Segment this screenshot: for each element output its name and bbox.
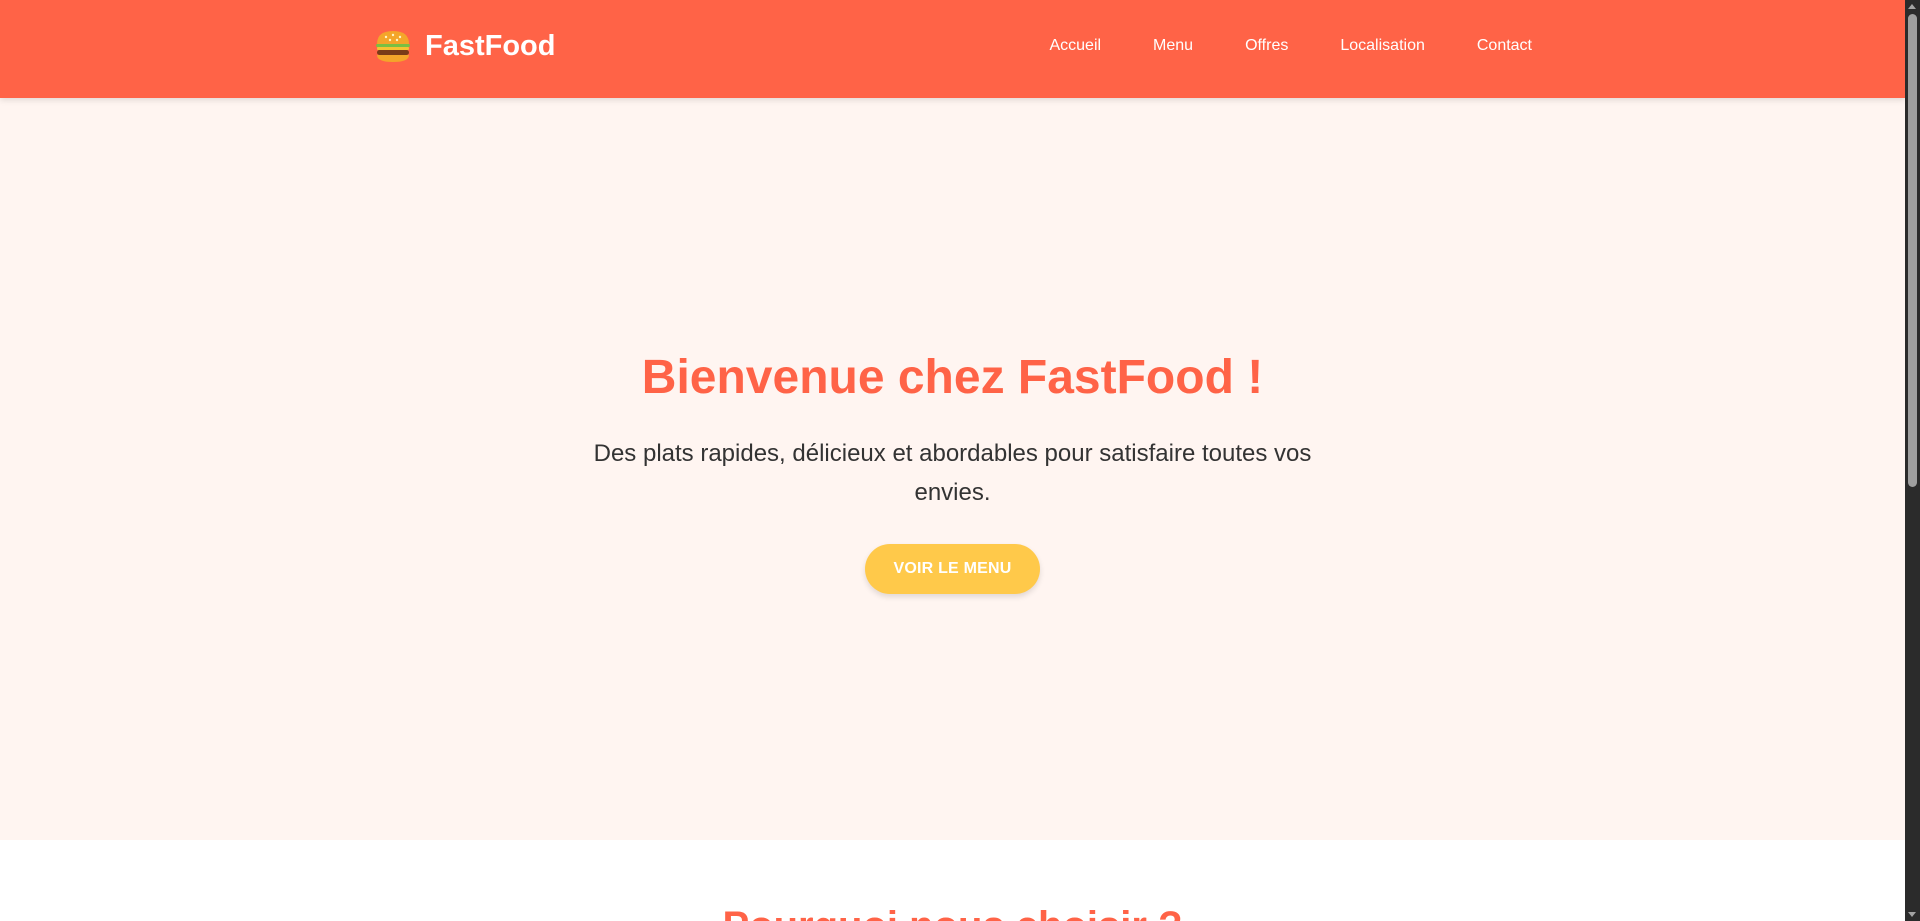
nav-link-menu[interactable]: Menu bbox=[1153, 37, 1193, 55]
page: FastFood Accueil Menu Offres Localisatio… bbox=[0, 0, 1905, 921]
section-title: Pourquoi nous choisir ? bbox=[0, 904, 1905, 921]
scroll-up-icon[interactable] bbox=[1908, 4, 1916, 9]
brand-logo[interactable]: FastFood bbox=[373, 26, 556, 66]
burger-icon bbox=[373, 26, 413, 66]
nav-link-accueil[interactable]: Accueil bbox=[1049, 37, 1101, 55]
nav-link-localisation[interactable]: Localisation bbox=[1340, 37, 1425, 55]
hero-title: Bienvenue chez FastFood ! bbox=[641, 351, 1264, 404]
site-header: FastFood Accueil Menu Offres Localisatio… bbox=[0, 0, 1905, 98]
hero-subtitle: Des plats rapides, délicieux et abordabl… bbox=[593, 440, 1312, 506]
scroll-down-icon[interactable] bbox=[1908, 912, 1916, 917]
view-menu-button[interactable]: VOIR LE MENU bbox=[865, 544, 1040, 594]
vertical-scrollbar[interactable] bbox=[1905, 0, 1920, 921]
main-nav: Accueil Menu Offres Localisation Contact bbox=[1049, 37, 1532, 55]
header-container: FastFood Accueil Menu Offres Localisatio… bbox=[373, 0, 1532, 92]
nav-link-offres[interactable]: Offres bbox=[1245, 37, 1288, 55]
brand-name: FastFood bbox=[425, 29, 556, 62]
why-choose-us-section: Pourquoi nous choisir ? bbox=[0, 840, 1905, 921]
scrollbar-thumb[interactable] bbox=[1908, 14, 1917, 487]
hero-section: Bienvenue chez FastFood ! Des plats rapi… bbox=[0, 98, 1905, 840]
nav-link-contact[interactable]: Contact bbox=[1477, 37, 1532, 55]
